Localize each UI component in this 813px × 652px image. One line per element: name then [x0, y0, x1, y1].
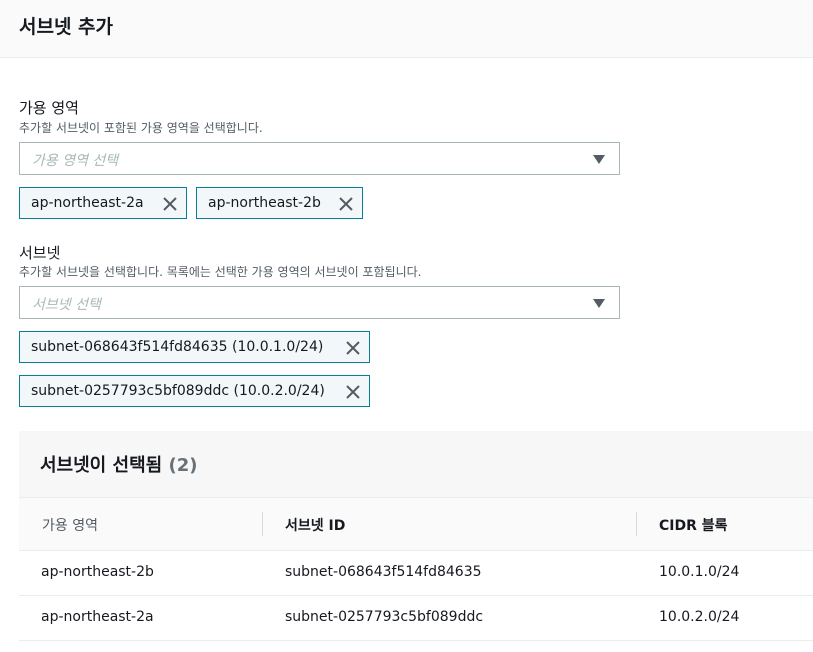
az-token: ap-northeast-2b — [196, 187, 363, 219]
panel-header: 서브넷이 선택됨 (2) — [19, 431, 813, 497]
az-select-placeholder: 가용 영역 선택 — [32, 153, 119, 169]
subnet-field-description: 추가할 서브넷을 선택합니다. 목록에는 선택한 가용 영역의 서브넷이 포함됩… — [19, 265, 422, 279]
table-header: 가용 영역 서브넷 ID CIDR 블록 — [19, 497, 813, 551]
cell-az: ap-northeast-2a — [41, 609, 154, 625]
az-field-label: 가용 영역 — [19, 99, 79, 117]
subnet-token-label: subnet-068643f514fd84635 (10.0.1.0/24) — [31, 339, 324, 355]
subnet-select-placeholder: 서브넷 선택 — [32, 297, 101, 313]
az-select[interactable]: 가용 영역 선택 — [19, 142, 620, 175]
subnet-token-label: subnet-0257793c5bf089ddc (10.0.2.0/24) — [31, 383, 325, 399]
cell-subnet-id: subnet-0257793c5bf089ddc — [285, 609, 484, 625]
table-row: ap-northeast-2b subnet-068643f514fd84635… — [19, 551, 813, 596]
table-row: ap-northeast-2a subnet-0257793c5bf089ddc… — [19, 596, 813, 641]
selected-subnets-panel: 서브넷이 선택됨 (2) 가용 영역 서브넷 ID CIDR 블록 ap-nor… — [19, 431, 813, 652]
cell-subnet-id: subnet-068643f514fd84635 — [285, 564, 482, 580]
az-token-label: ap-northeast-2b — [208, 195, 321, 211]
cell-az: ap-northeast-2b — [41, 564, 154, 580]
column-header-az: 가용 영역 — [42, 518, 98, 534]
close-icon[interactable] — [162, 196, 178, 212]
subnet-field-label: 서브넷 — [19, 244, 61, 262]
az-token: ap-northeast-2a — [19, 187, 187, 219]
page-title: 서브넷 추가 — [19, 16, 114, 38]
cell-cidr: 10.0.2.0/24 — [659, 609, 740, 625]
subnet-token: subnet-0257793c5bf089ddc (10.0.2.0/24) — [19, 375, 370, 407]
az-field-description: 추가할 서브넷이 포함된 가용 영역을 선택합니다. — [19, 121, 263, 135]
close-icon[interactable] — [345, 340, 361, 356]
close-icon[interactable] — [338, 196, 354, 212]
panel-count: (2) — [168, 455, 198, 476]
caret-down-icon — [593, 155, 605, 164]
panel-title-text: 서브넷이 선택됨 — [40, 455, 163, 476]
column-header-cidr: CIDR 블록 — [659, 518, 728, 534]
subnet-select[interactable]: 서브넷 선택 — [19, 286, 620, 319]
subnet-token: subnet-068643f514fd84635 (10.0.1.0/24) — [19, 331, 370, 363]
close-icon[interactable] — [345, 384, 361, 400]
column-header-subnet-id: 서브넷 ID — [285, 518, 346, 534]
cell-cidr: 10.0.1.0/24 — [659, 564, 740, 580]
column-divider — [262, 512, 263, 536]
page-header: 서브넷 추가 — [0, 0, 813, 58]
az-token-label: ap-northeast-2a — [31, 195, 144, 211]
column-divider — [636, 512, 637, 536]
panel-title: 서브넷이 선택됨 (2) — [40, 451, 197, 477]
caret-down-icon — [593, 299, 605, 308]
